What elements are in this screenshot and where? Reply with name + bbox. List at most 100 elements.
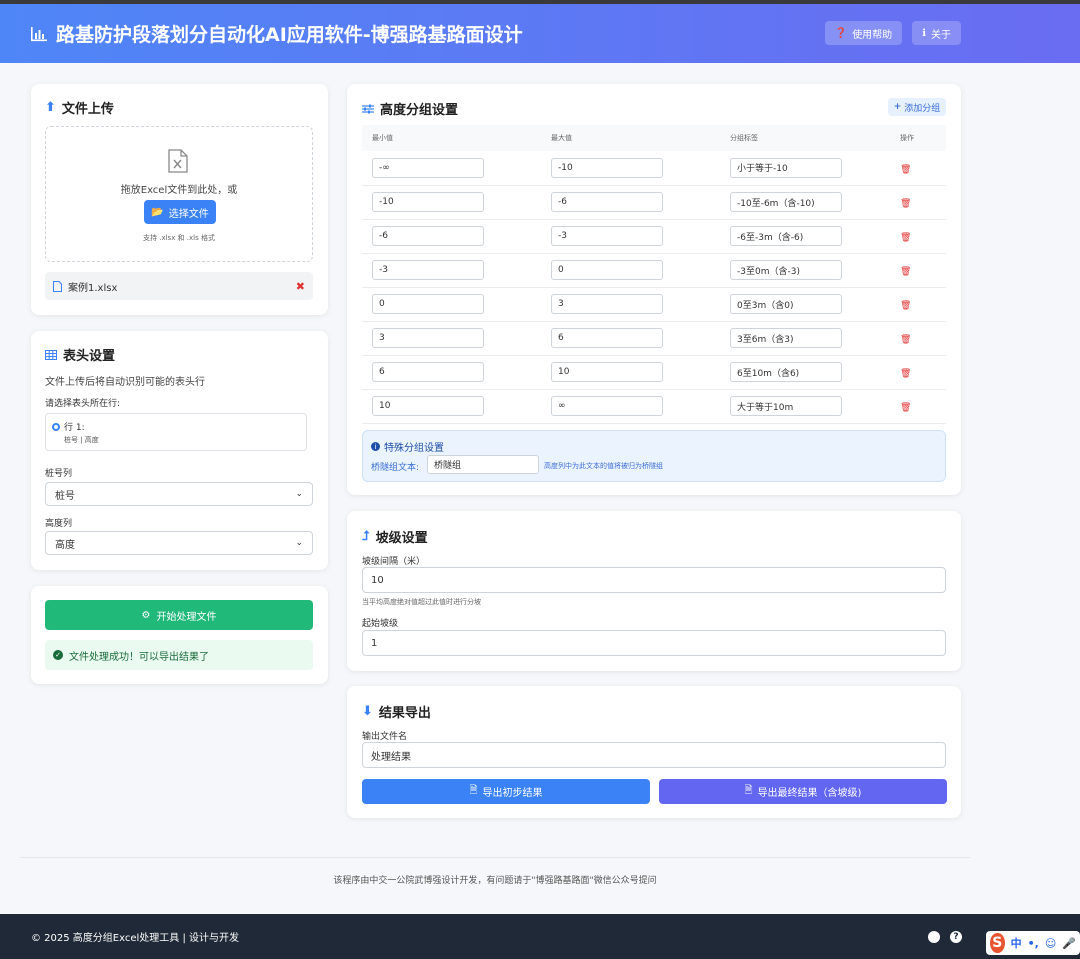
delete-row-icon[interactable]: 🗑 — [900, 233, 911, 243]
page-footer: © 2025 高度分组Excel处理工具 | 设计与开发 ? — [0, 914, 1080, 959]
export-title: ⬇ 结果导出 — [362, 702, 431, 721]
max-value-input[interactable]: -6 — [551, 192, 663, 212]
bar-chart-icon — [31, 26, 47, 41]
file-format-hint: 支持 .xlsx 和 .xls 格式 — [143, 234, 215, 242]
header-row-option-label: 行 1: — [64, 423, 85, 433]
choose-file-button[interactable]: 📂 选择文件 — [144, 200, 216, 224]
header-settings-card: 表头设置 文件上传后将自动识别可能的表头行 请选择表头所在行: 行 1: 桩号 … — [31, 331, 328, 570]
start-process-label: 开始处理文件 — [156, 611, 217, 623]
height-column-select[interactable]: 高度 ⌄ — [45, 531, 313, 555]
min-value-input[interactable]: -6 — [372, 226, 484, 246]
min-value-input[interactable]: 10 — [372, 396, 484, 416]
min-value-input[interactable]: 3 — [372, 328, 484, 348]
max-value-input[interactable]: -3 — [551, 226, 663, 246]
process-card: ⚙ 开始处理文件 ✓ 文件处理成功！可以导出结果了 — [31, 586, 328, 684]
col-label-header: 分组标签 — [720, 125, 890, 151]
max-value-input[interactable]: 0 — [551, 260, 663, 280]
header-settings-title: 表头设置 — [45, 345, 115, 364]
col-min-header: 最小值 — [362, 125, 541, 151]
group-label-input[interactable]: -6至-3m（含-6) — [730, 226, 842, 246]
export-final-button[interactable]: 🗎 导出最终结果（含坡级) — [659, 779, 947, 804]
github-icon[interactable] — [928, 931, 940, 943]
slope-interval-input[interactable]: 10 — [362, 567, 946, 593]
chevron-down-icon: ⌄ — [295, 489, 303, 499]
about-button[interactable]: ℹ 关于 — [912, 21, 961, 45]
max-value-input[interactable]: 10 — [551, 362, 663, 382]
min-value-input[interactable]: 0 — [372, 294, 484, 314]
delete-row-icon[interactable]: 🗑 — [900, 165, 911, 175]
copyright-text: © 2025 高度分组Excel处理工具 | 设计与开发 — [31, 933, 240, 944]
check-circle-icon: ✓ — [53, 650, 63, 660]
download-icon: ⬇ — [362, 704, 373, 719]
slope-settings-title: ⮥ 坡级设置 — [362, 527, 428, 546]
height-column-value: 高度 — [55, 539, 75, 551]
max-value-input[interactable]: -10 — [551, 157, 663, 178]
delete-row-icon[interactable]: 🗑 — [900, 301, 911, 311]
level-up-icon: ⮥ — [362, 529, 370, 544]
group-label-input[interactable]: 小于等于-10 — [730, 157, 842, 178]
start-slope-input[interactable]: 1 — [362, 630, 946, 656]
header-row-option[interactable]: 行 1: 桩号 | 高度 — [45, 413, 307, 451]
delete-row-icon[interactable]: 🗑 — [900, 199, 911, 209]
export-initial-label: 导出初步结果 — [482, 788, 543, 799]
excel-file-icon — [168, 149, 188, 173]
slope-settings-card: ⮥ 坡级设置 坡级间隔（米） 10 当平均高度绝对值超过此值时进行分坡 起始坡级… — [347, 511, 961, 671]
header-settings-desc: 文件上传后将自动识别可能的表头行 — [45, 377, 205, 388]
group-label-input[interactable]: 大于等于10m — [730, 396, 842, 416]
table-row: 6 10 6至10m（含6) 🗑 — [362, 355, 946, 390]
group-label-input[interactable]: 3至6m（含3) — [730, 328, 842, 348]
help-button-label: 使用帮助 — [852, 29, 893, 41]
min-value-input[interactable]: 6 — [372, 362, 484, 382]
bridge-tunnel-label: 桥隧组文本: — [371, 463, 420, 473]
question-circle-icon[interactable]: ? — [950, 931, 962, 943]
info-circle-icon: ℹ — [922, 27, 926, 39]
ime-toolbar[interactable]: S 中 •, ☺ 🎤 — [986, 931, 1080, 955]
header-row-radio[interactable] — [52, 423, 60, 431]
table-row: -6 -3 -6至-3m（含-6) 🗑 — [362, 219, 946, 254]
question-circle-icon: ❓ — [834, 27, 848, 39]
group-label-input[interactable]: -10至-6m（含-10) — [730, 192, 842, 212]
delete-row-icon[interactable]: 🗑 — [900, 335, 911, 345]
file-drop-zone[interactable]: 拖放Excel文件到此处，或 📂 选择文件 支持 .xlsx 和 .xls 格式 — [45, 126, 313, 262]
export-final-label: 导出最终结果（含坡级) — [757, 788, 862, 799]
pile-column-select[interactable]: 桩号 ⌄ — [45, 482, 313, 506]
remove-file-icon[interactable]: ✖ — [296, 280, 305, 293]
group-label-input[interactable]: 0至3m（含0) — [730, 294, 842, 314]
table-icon — [45, 349, 57, 360]
ime-punctuation-toggle[interactable]: •, — [1028, 937, 1039, 950]
col-action-header: 操作 — [890, 125, 946, 151]
max-value-input[interactable]: 3 — [551, 294, 663, 314]
microphone-icon[interactable]: 🎤 — [1062, 937, 1076, 950]
upload-icon: ⬆ — [45, 100, 56, 115]
export-initial-button[interactable]: 🗎 导出初步结果 — [362, 779, 650, 804]
min-value-input[interactable]: -10 — [372, 192, 484, 212]
cogs-icon: ⚙ — [141, 609, 151, 621]
delete-row-icon[interactable]: 🗑 — [900, 403, 911, 413]
max-value-input[interactable]: ∞ — [551, 396, 663, 416]
group-label-input[interactable]: -3至0m（含-3) — [730, 260, 842, 280]
delete-row-icon[interactable]: 🗑 — [900, 369, 911, 379]
max-value-input[interactable]: 6 — [551, 328, 663, 348]
output-filename-input[interactable]: 处理结果 — [362, 742, 946, 768]
height-groups-table: 最小值 最大值 分组标签 操作 -∞ -10 小于等于-10 🗑 -10 -6 … — [362, 125, 946, 424]
select-header-row-label: 请选择表头所在行: — [45, 399, 121, 409]
success-message: ✓ 文件处理成功！可以导出结果了 — [45, 640, 313, 670]
app-title-text: 路基防护段落划分自动化AI应用软件-博强路基路面设计 — [56, 24, 523, 46]
min-value-input[interactable]: -3 — [372, 260, 484, 280]
ime-language-toggle[interactable]: 中 — [1011, 935, 1022, 951]
delete-row-icon[interactable]: 🗑 — [900, 267, 911, 277]
file-upload-card: ⬆ 文件上传 拖放Excel文件到此处，或 📂 选择文件 支持 .xlsx 和 … — [31, 84, 328, 315]
help-button[interactable]: ❓ 使用帮助 — [824, 21, 903, 45]
file-upload-title-text: 文件上传 — [61, 102, 114, 117]
add-group-button[interactable]: + 添加分组 — [888, 98, 946, 116]
min-value-input[interactable]: -∞ — [372, 157, 484, 178]
special-group-title-text: 特殊分组设置 — [384, 443, 444, 454]
group-label-input[interactable]: 6至10m（含6) — [730, 362, 842, 382]
info-circle-icon: i — [371, 442, 380, 451]
bridge-tunnel-input[interactable]: 桥隧组 — [427, 455, 539, 474]
start-process-button[interactable]: ⚙ 开始处理文件 — [45, 600, 313, 630]
emoji-icon[interactable]: ☺ — [1045, 937, 1056, 950]
about-button-label: 关于 — [931, 29, 951, 41]
special-group-title: i 特殊分组设置 — [371, 439, 444, 454]
developer-credit: 该程序由中交一公院武博强设计开发，有问题请于"博强路基路面"微信公众号提问 — [333, 876, 657, 886]
